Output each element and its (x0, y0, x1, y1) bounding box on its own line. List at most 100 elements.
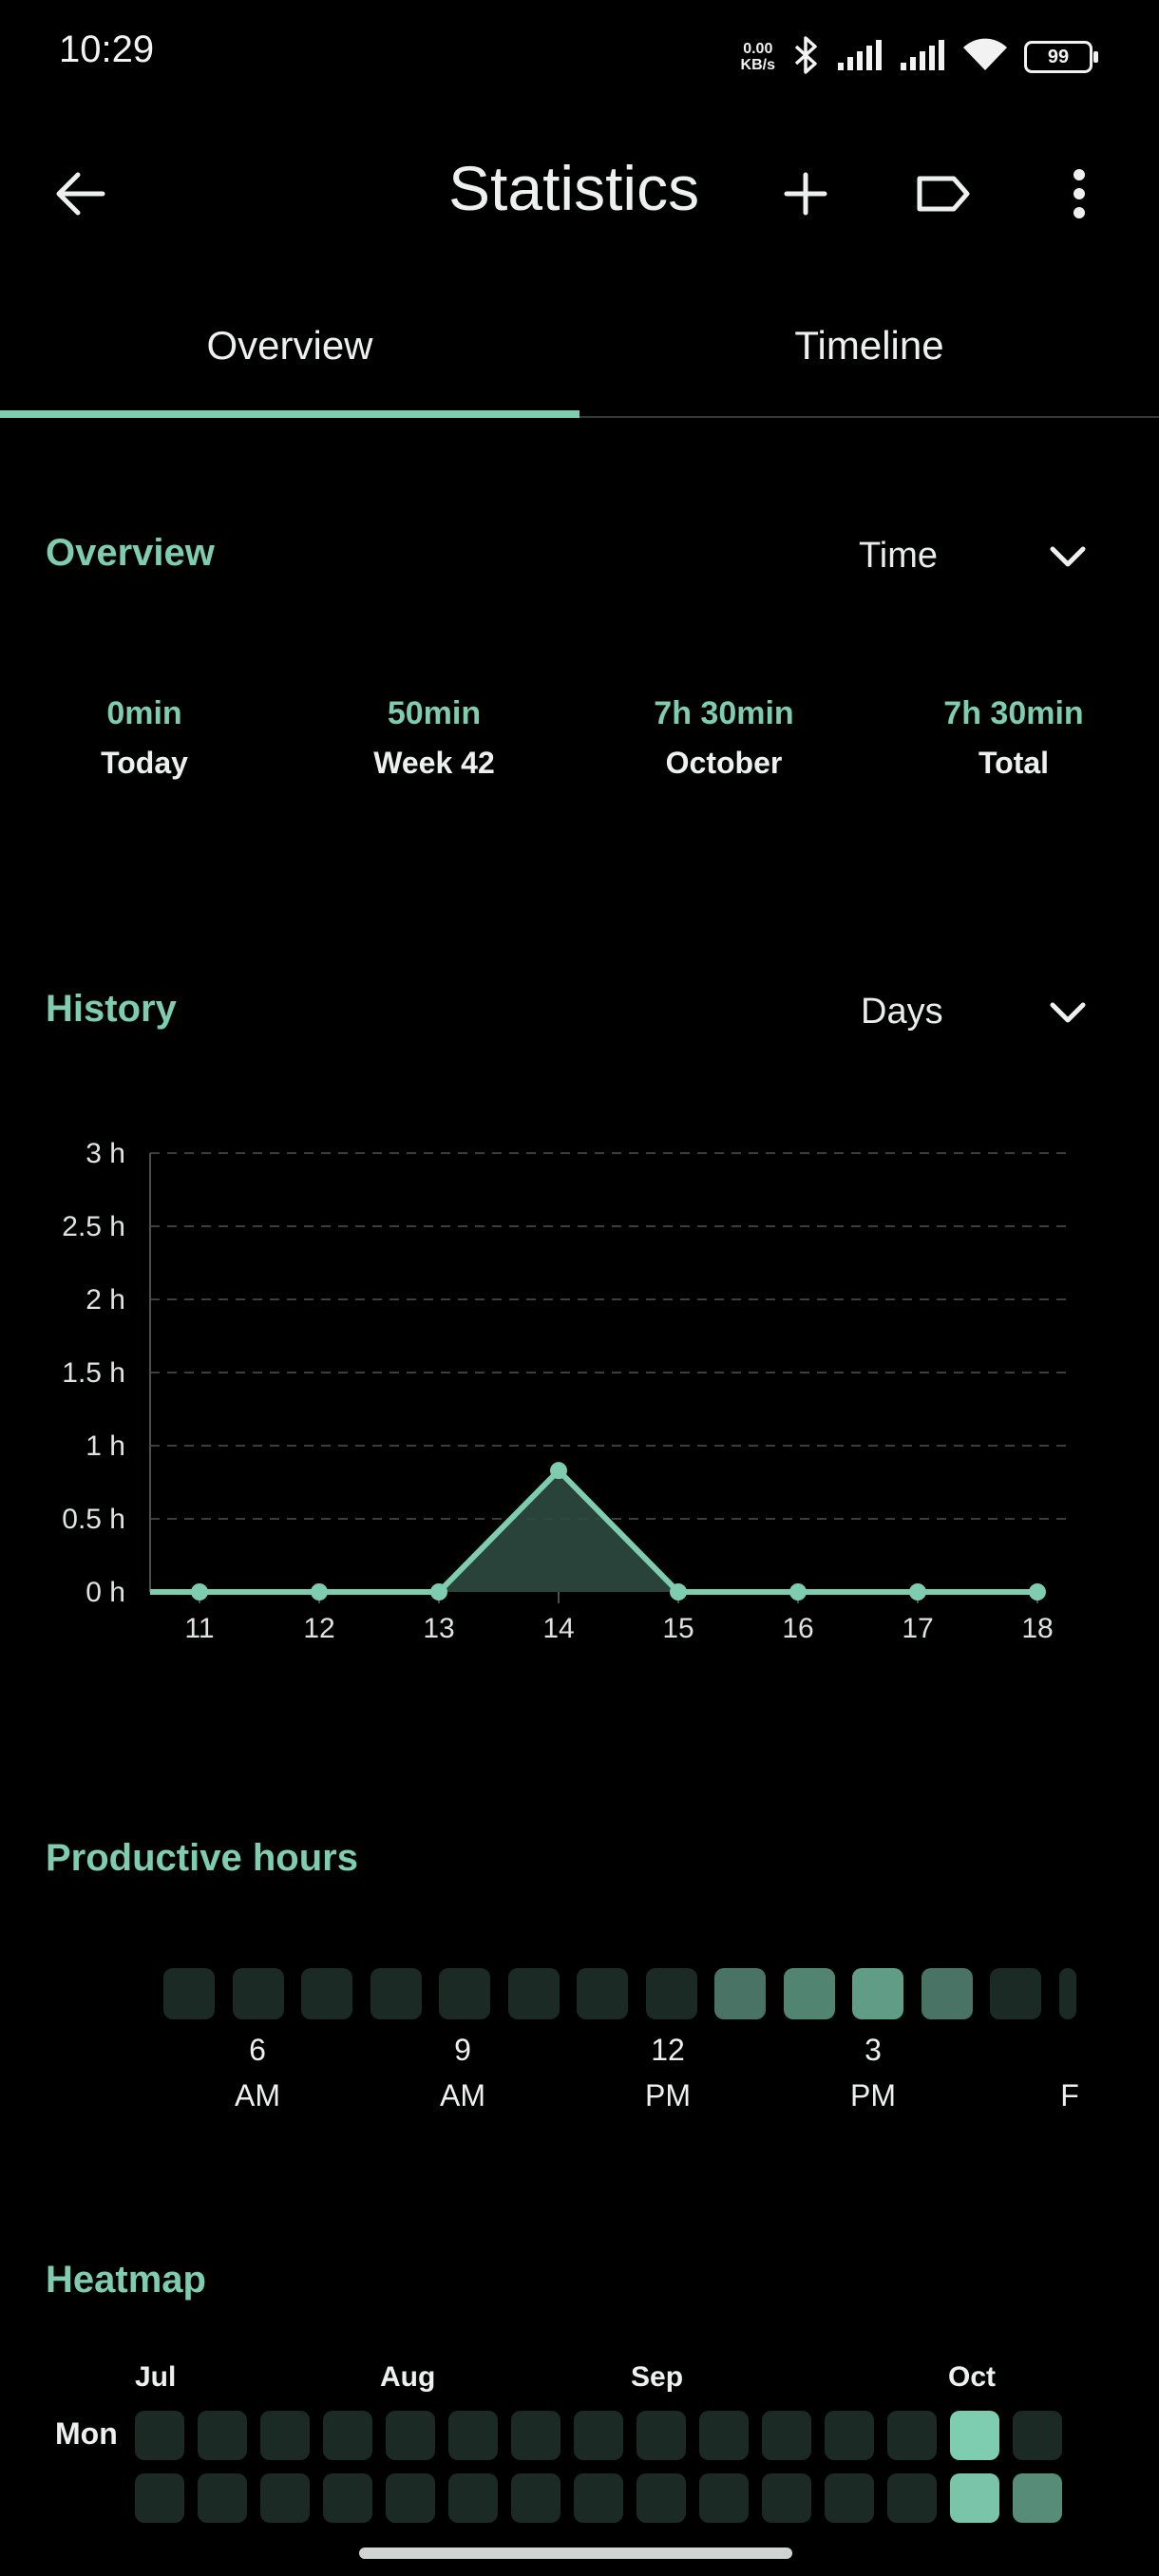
x-tick-label: 14 (542, 1613, 574, 1644)
hour-label-period: AM (440, 2078, 485, 2112)
heatmap-cell (887, 2473, 937, 2523)
productive-hour-cell (714, 1968, 766, 2019)
back-arrow-icon[interactable] (46, 160, 114, 228)
stat-value: 50min (387, 695, 482, 731)
y-tick-label: 3 h (86, 1138, 125, 1169)
heatmap-cell (1013, 2411, 1062, 2460)
data-point (909, 1583, 926, 1601)
x-tick-label: 16 (782, 1613, 813, 1644)
productive-hour-cell (1058, 1968, 1076, 2019)
status-icons: 0.00 KB/s 99 (741, 30, 1098, 84)
y-tick-label: 2.5 h (62, 1211, 125, 1242)
productive-hour-cell (232, 1968, 284, 2019)
status-time: 10:29 (59, 28, 155, 70)
chevron-down-icon[interactable] (1043, 988, 1092, 1037)
y-tick-label: 2 h (86, 1284, 125, 1316)
heatmap-cell (950, 2411, 999, 2460)
stat-value: 0min (106, 695, 182, 731)
hour-label-hour: 12 (651, 2033, 685, 2067)
bluetooth-icon (792, 35, 821, 80)
heatmap-cell (636, 2473, 686, 2523)
signal-icon (838, 39, 884, 75)
heatmap-cell (950, 2473, 999, 2523)
heatmap-cell (887, 2411, 937, 2460)
productive-hour-cell (301, 1968, 352, 2019)
y-tick-label: 0 h (86, 1577, 125, 1608)
stat-value: 7h 30min (943, 695, 1084, 731)
heatmap-cell (699, 2473, 749, 2523)
heatmap-cell (574, 2473, 623, 2523)
hour-label-period: PM (645, 2078, 691, 2112)
heatmap-cell (386, 2411, 435, 2460)
hour-label-hour: 6 (249, 2033, 266, 2067)
heatmap-cell (448, 2411, 498, 2460)
y-tick-label: 1.5 h (62, 1357, 125, 1389)
heatmap-cell (511, 2411, 560, 2460)
history-title: History (46, 988, 177, 1030)
heatmap-month-label: Oct (948, 2361, 997, 2393)
stat-label: Week 42 (373, 746, 495, 780)
battery-level: 99 (1047, 46, 1070, 67)
heatmap-day-label: Mon (55, 2416, 118, 2451)
wifi-icon (963, 38, 1007, 77)
hour-label: F (1051, 2027, 1089, 2118)
productive-hours-title: Productive hours (46, 1837, 358, 1879)
tag-icon[interactable] (908, 160, 977, 228)
stat-label: October (665, 746, 783, 780)
battery-icon: 99 (1024, 41, 1098, 73)
hour-label: 6 AM (200, 2027, 314, 2118)
productive-hour-cell (852, 1968, 903, 2019)
net-speed: 0.00 KB/s (741, 41, 775, 73)
productive-hour-cell (439, 1968, 490, 2019)
overview-dropdown-label[interactable]: Time (859, 536, 938, 577)
data-point (789, 1583, 807, 1601)
productive-hour-cell (921, 1968, 973, 2019)
hour-label: 12 PM (611, 2027, 725, 2118)
net-speed-value: 0.00 (743, 41, 773, 57)
data-point (191, 1583, 208, 1601)
stat-month: 7h 30min October (581, 695, 866, 781)
add-icon[interactable] (771, 160, 840, 228)
x-tick-label: 18 (1021, 1613, 1053, 1644)
heatmap-cell (1013, 2473, 1062, 2523)
hour-label-period: F (1060, 2078, 1079, 2112)
hour-label: 3 PM (816, 2027, 930, 2118)
heatmap-cell (135, 2473, 184, 2523)
productive-hour-cell (163, 1968, 215, 2019)
signal-icon (901, 39, 946, 75)
productive-hour-cell (783, 1968, 835, 2019)
more-vert-icon[interactable] (1045, 160, 1113, 228)
tab-divider (580, 416, 1159, 418)
home-indicator (359, 2548, 792, 2559)
hour-label-period: AM (235, 2078, 280, 2112)
tab-overview[interactable]: Overview (0, 323, 580, 369)
hour-label-hour: 3 (864, 2033, 882, 2067)
tab-indicator (0, 410, 580, 418)
productive-hour-cell (370, 1968, 422, 2019)
data-point (1029, 1583, 1046, 1601)
heatmap-cell (511, 2473, 560, 2523)
x-tick-label: 11 (184, 1613, 214, 1644)
heatmap-month-label: Jul (135, 2361, 177, 2393)
data-point (670, 1583, 687, 1601)
tab-timeline[interactable]: Timeline (580, 323, 1159, 369)
heatmap-cell (386, 2473, 435, 2523)
heatmap-cell (762, 2473, 811, 2523)
heatmap-cell (825, 2411, 874, 2460)
heatmap-cell (448, 2473, 498, 2523)
heatmap-cell (699, 2411, 749, 2460)
y-tick-label: 1 h (86, 1430, 125, 1462)
stat-label: Today (101, 746, 188, 780)
heatmap-cell (574, 2411, 623, 2460)
hour-label: 9 AM (406, 2027, 520, 2118)
stat-label: Total (978, 746, 1050, 780)
page-title: Statistics (448, 153, 700, 223)
chevron-down-icon[interactable] (1043, 532, 1092, 581)
heatmap-cell (323, 2411, 372, 2460)
history-dropdown-label[interactable]: Days (861, 992, 943, 1032)
heatmap-cell (825, 2473, 874, 2523)
hour-label-period: PM (850, 2078, 896, 2112)
x-tick-label: 17 (902, 1613, 933, 1644)
y-tick-label: 0.5 h (62, 1504, 125, 1535)
heatmap-title: Heatmap (46, 2259, 206, 2301)
